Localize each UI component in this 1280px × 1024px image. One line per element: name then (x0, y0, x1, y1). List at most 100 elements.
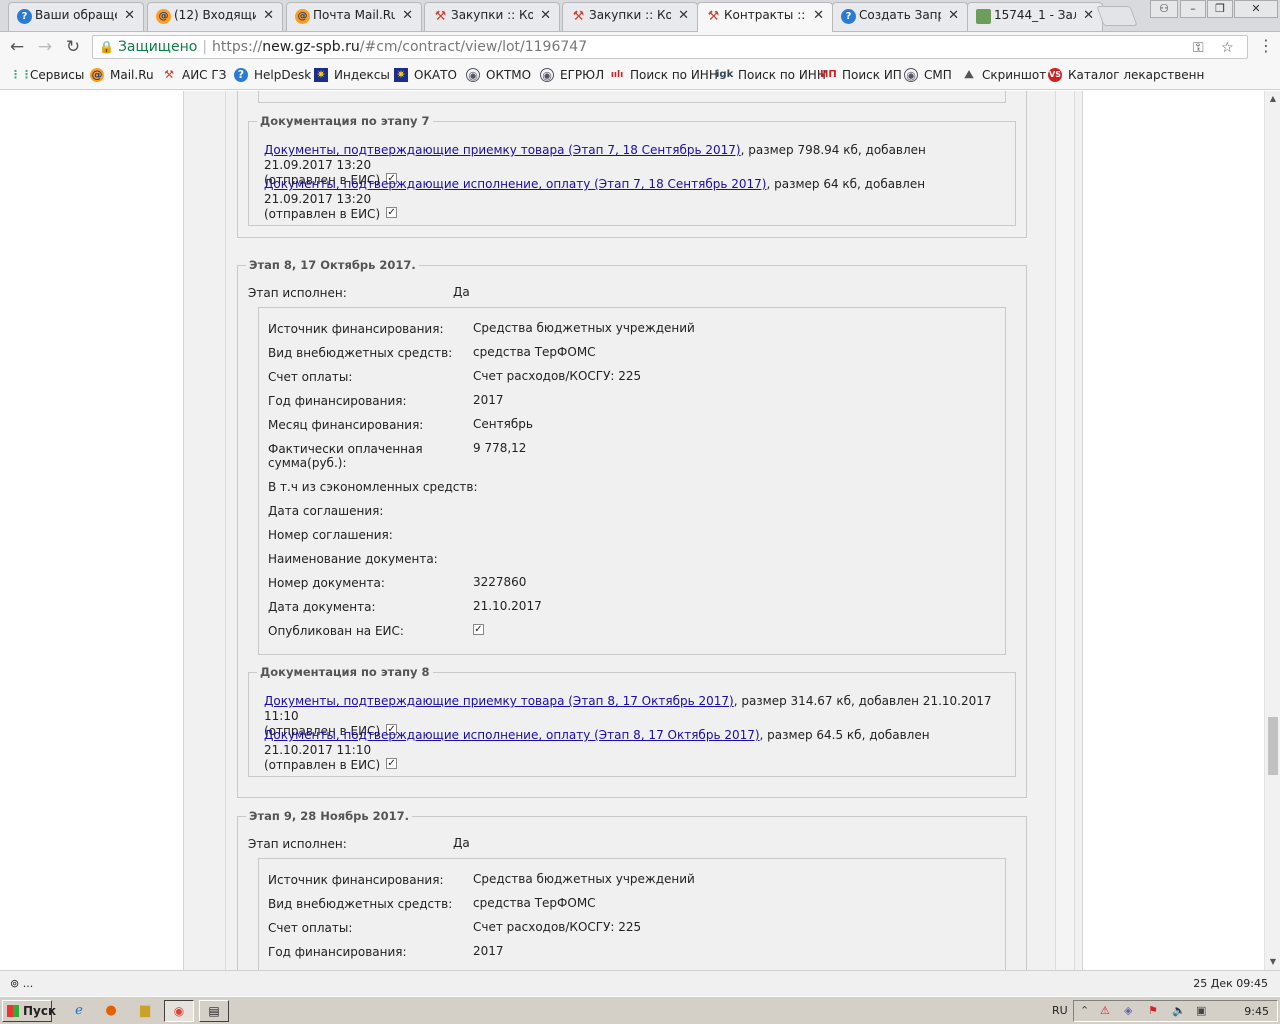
bookmark-label: СМП (924, 68, 952, 82)
hammer-icon: ⚒ (164, 68, 174, 81)
stage7-details-bottom (258, 91, 1006, 103)
new-tab-button[interactable] (1096, 6, 1138, 26)
field-label: В т.ч из сэкономленных средств: (268, 480, 478, 494)
eis-published-field: ✓ (467, 624, 484, 638)
close-icon[interactable]: ✕ (813, 8, 824, 23)
field-label: Вид внебюджетных средств: (268, 346, 453, 360)
doc-link[interactable]: Документы, подтверждающие исполнение, оп… (264, 177, 766, 191)
tab-4[interactable]: ⚒ Закупки :: Кон ✕ (424, 2, 560, 31)
bookmark-inn-search-2[interactable]: igk Поиск по ИНН (716, 68, 826, 82)
expand-tray-icon[interactable]: ⌃ (1080, 1004, 1089, 1017)
bookmark-okato[interactable]: ✷ ОКАТО (394, 68, 457, 82)
start-button[interactable]: Пуск (2, 1000, 56, 1022)
restore-button[interactable]: ❐ (1207, 0, 1233, 18)
user-icon[interactable]: ⚇ (1150, 0, 1178, 18)
bookmark-inn-search-1[interactable]: ıılı Поиск по ИНН (610, 68, 718, 82)
tab-5[interactable]: ⚒ Закупки :: Кон ✕ (562, 2, 698, 31)
tab-7[interactable]: ? Создать Запро ✕ (832, 2, 968, 31)
flag-icon[interactable]: ⚑ (1148, 1004, 1158, 1017)
language-indicator[interactable]: RU (1052, 1004, 1068, 1017)
field-value: 9 778,12 (473, 441, 527, 455)
bookmark-ais-gz[interactable]: ⚒ АИС ГЗ (162, 68, 226, 82)
bookmark-helpdesk[interactable]: ? HelpDesk (234, 68, 311, 82)
published-checkbox[interactable]: ✓ (386, 758, 398, 769)
doc-link[interactable]: Документы, подтверждающие приемку товара… (264, 143, 741, 157)
tab-8[interactable]: 15744_1 - Зал ✕ (967, 2, 1103, 31)
close-icon[interactable]: ✕ (948, 8, 959, 23)
stage7-docs-legend: Документация по этапу 7 (260, 114, 430, 128)
security-label: Защищено (117, 39, 198, 55)
catalog-icon: VS (1048, 68, 1062, 82)
scroll-down-icon[interactable]: ▼ (1265, 954, 1280, 970)
menu-icon[interactable]: ⋮ (1258, 36, 1274, 55)
chrome-task-button[interactable]: ◉ (164, 1000, 194, 1022)
scroll-thumb[interactable] (1268, 717, 1278, 775)
warning-icon[interactable]: ⚠ (1100, 1004, 1110, 1017)
close-icon[interactable]: ✕ (402, 8, 413, 23)
field-label: Опубликован на ЕИС: (268, 624, 404, 638)
bookmark-indexes[interactable]: ✷ Индексы (314, 68, 390, 82)
field-value: Средства бюджетных учреждений (473, 872, 695, 886)
field-label: Дата соглашения: (268, 504, 384, 518)
question-icon: ? (17, 9, 32, 24)
scroll-up-icon[interactable]: ▲ (1265, 91, 1280, 107)
ip-icon: ИП (820, 69, 837, 80)
field-value: средства ТерФОМС (473, 345, 596, 359)
firefox-icon[interactable]: ● (100, 1001, 122, 1021)
bookmark-egrul[interactable]: ◉ ЕГРЮЛ (540, 68, 604, 82)
shield-icon[interactable]: ◈ (1124, 1004, 1132, 1017)
tab-6-active[interactable]: ⚒ Контракты :: I ✕ (697, 2, 833, 32)
close-window-button[interactable]: ✕ (1234, 0, 1278, 18)
close-icon[interactable]: ✕ (263, 8, 274, 23)
status-text: ⊚ ... (10, 977, 34, 990)
back-icon[interactable]: ← (6, 36, 28, 58)
network-icon[interactable]: ▣ (1196, 1004, 1206, 1017)
volume-icon[interactable]: 🔈 (1172, 1004, 1186, 1017)
tab-3[interactable]: @ Почта Mail.Ru ✕ (286, 2, 422, 31)
bookmark-drug-catalog[interactable]: VS Каталог лекарственн (1048, 68, 1204, 82)
tab-title: Почта Mail.Ru (313, 8, 395, 22)
vertical-scrollbar[interactable]: ▲ ▼ (1264, 91, 1280, 970)
published-checkbox[interactable]: ✓ (386, 207, 398, 218)
explorer-folder-icon[interactable]: ▆ (134, 1001, 156, 1021)
bookmark-oktmo[interactable]: ◉ ОКТМО (466, 68, 531, 82)
doc-item: Документы, подтверждающие исполнение, оп… (264, 728, 994, 773)
close-icon[interactable]: ✕ (678, 8, 689, 23)
bookmark-smp[interactable]: ◉ СМП (904, 68, 952, 82)
tab-strip: ? Ваши обращени ✕ @ (12) Входящие ✕ @ По… (0, 0, 1280, 32)
document-task-button[interactable]: ▤ (199, 1000, 229, 1022)
bookmark-services[interactable]: ⋮⋮ Сервисы (10, 68, 84, 82)
close-icon[interactable]: ✕ (1083, 8, 1094, 23)
tab-title: Контракты :: I (724, 8, 806, 22)
bookmark-ip-search[interactable]: ИП Поиск ИП (820, 68, 902, 82)
reload-icon[interactable]: ↻ (62, 36, 84, 58)
eis-published-checkbox[interactable]: ✓ (473, 624, 484, 635)
doc-link[interactable]: Документы, подтверждающие исполнение, оп… (264, 728, 760, 742)
ie-icon[interactable]: ℯ (68, 1001, 90, 1021)
bookmark-label: HelpDesk (254, 68, 312, 82)
seal-icon: ◉ (466, 68, 480, 82)
close-icon[interactable]: ✕ (540, 8, 551, 23)
bookmark-mailru[interactable]: @ Mail.Ru (90, 68, 154, 82)
document-icon: ▤ (208, 1004, 220, 1018)
browser-toolbar: ← → ↻ 🔒 Защищено | https://new.gz-spb.ru/#c… (0, 32, 1280, 62)
close-icon[interactable]: ✕ (124, 8, 135, 23)
key-icon[interactable]: ⚿ (1193, 37, 1204, 59)
bookmark-screenshot[interactable]: ⛰ Скриншот (962, 68, 1046, 82)
field-label: Источник финансирования: (268, 873, 444, 887)
address-bar[interactable]: 🔒 Защищено | https://new.gz-spb.ru/#cm/cont… (92, 35, 1248, 59)
field-value: средства ТерФОМС (473, 896, 596, 910)
minimize-button[interactable]: – (1180, 0, 1206, 18)
star-icon[interactable]: ☆ (1221, 37, 1234, 59)
field-label: Фактически оплаченная сумма(руб.): (268, 442, 423, 470)
field-value: Счет расходов/КОСГУ: 225 (473, 920, 642, 934)
igk-icon: igk (716, 69, 734, 80)
field-value: Счет расходов/КОСГУ: 225 (473, 369, 642, 383)
tab-2[interactable]: @ (12) Входящие ✕ (147, 2, 283, 31)
doc-link[interactable]: Документы, подтверждающие приемку товара… (264, 694, 734, 708)
forward-icon[interactable]: → (34, 36, 56, 58)
tab-1[interactable]: ? Ваши обращени ✕ (8, 2, 144, 31)
system-tray: ⌃ ⚠ ◈ ⚑ 🔈 ▣ 9:45 (1073, 1000, 1278, 1022)
stage8-legend: Этап 8, 17 Октябрь 2017. (249, 258, 416, 272)
clock[interactable]: 9:45 (1244, 1005, 1269, 1018)
